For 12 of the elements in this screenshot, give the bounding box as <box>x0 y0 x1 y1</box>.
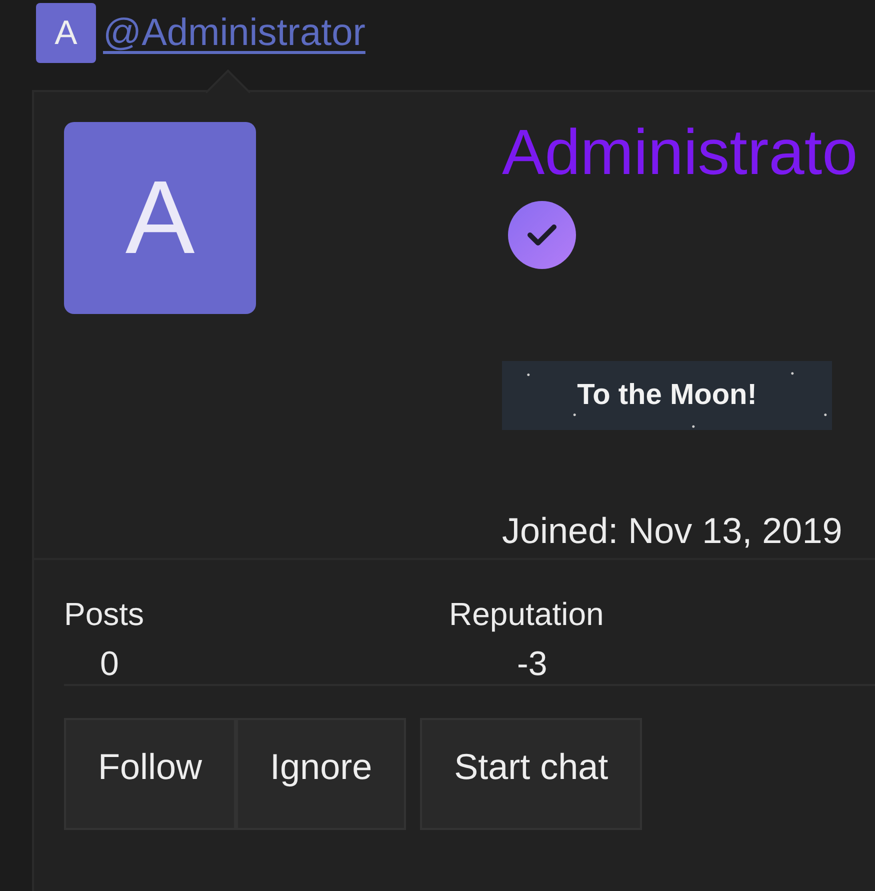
joined-date: Joined: Nov 13, 2019 <box>502 510 842 552</box>
stat-label: Posts <box>64 596 144 633</box>
action-button[interactable]: Follow <box>64 718 236 830</box>
action-button[interactable]: Start chat <box>420 718 642 830</box>
user-avatar: A <box>64 122 256 314</box>
action-button[interactable]: Ignore <box>236 718 406 830</box>
user-title-banner: To the Moon! <box>502 361 832 430</box>
user-link[interactable]: @Administrator <box>103 12 366 54</box>
stat-value: -3 <box>516 645 548 684</box>
user-avatar: A <box>36 3 96 63</box>
stat-value: 0 <box>99 645 119 684</box>
stat-label: Reputation <box>449 596 604 633</box>
